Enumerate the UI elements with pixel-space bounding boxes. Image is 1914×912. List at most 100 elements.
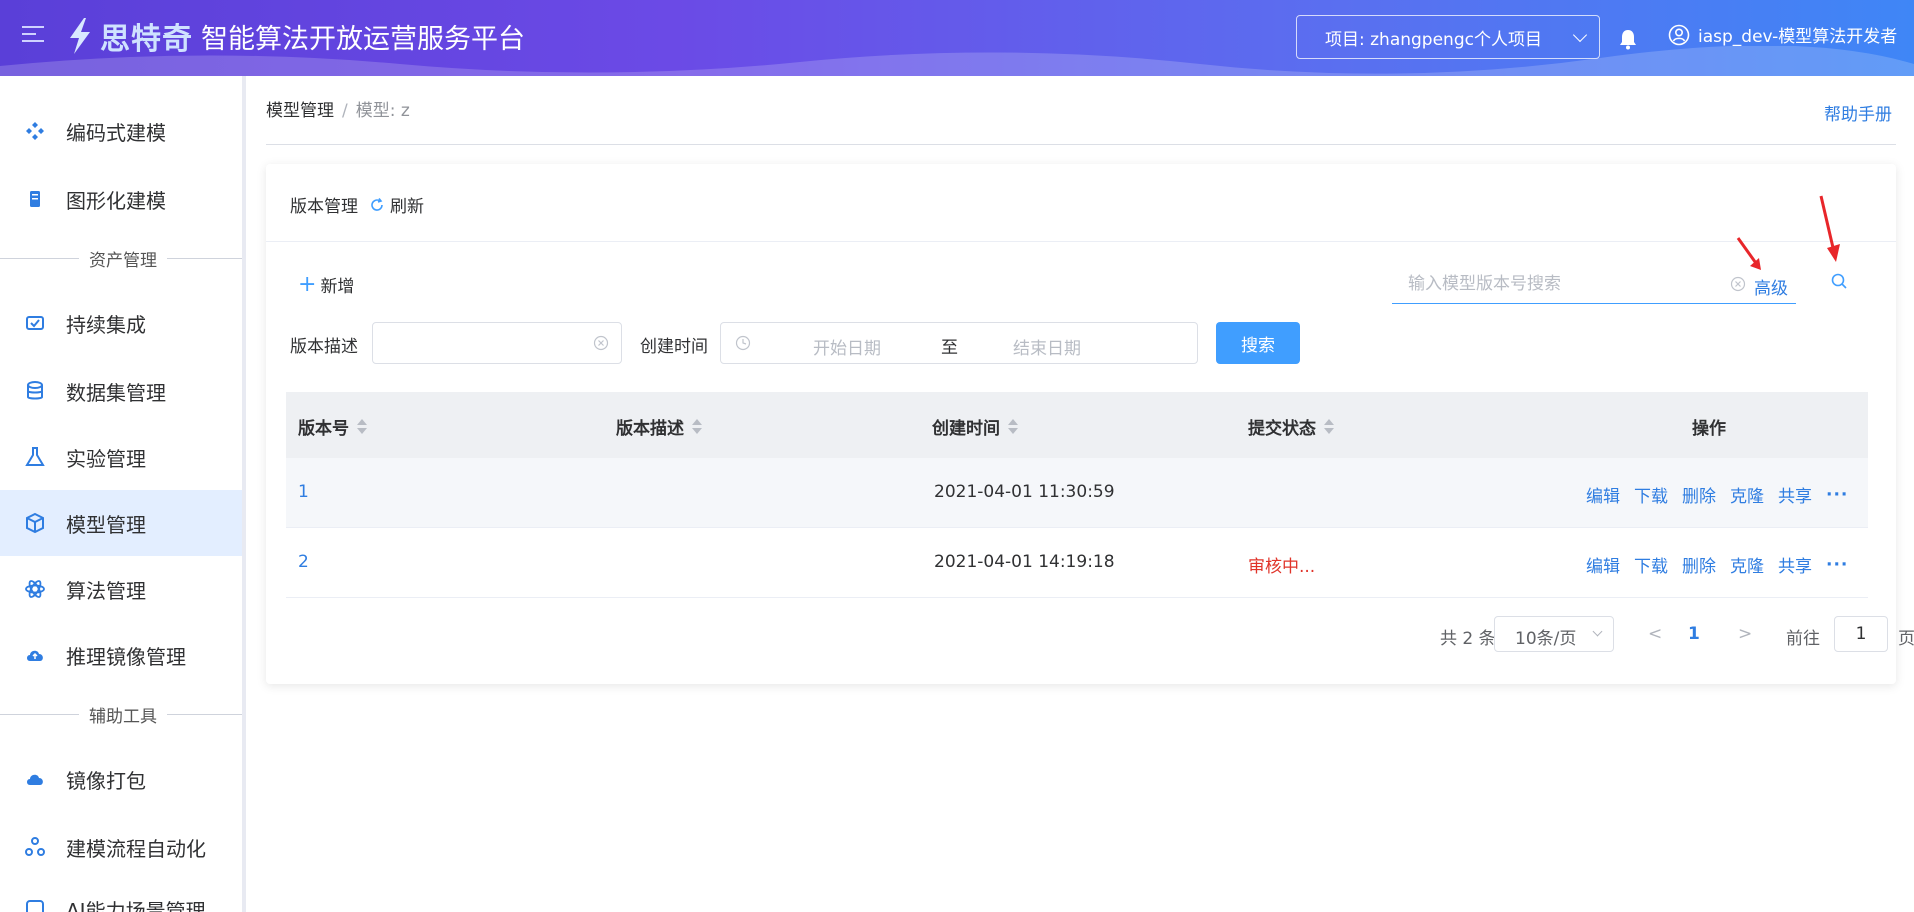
search-button[interactable]: 搜索 [1216, 322, 1300, 364]
share-button[interactable]: 共享 [1778, 552, 1812, 577]
version-link[interactable]: 2 [298, 552, 309, 572]
breadcrumb-root[interactable]: 模型管理 [266, 101, 334, 121]
page-jump-input[interactable]: 1 [1834, 616, 1888, 652]
sidebar-item-model[interactable]: 模型管理 [0, 490, 242, 556]
help-manual-link[interactable]: 帮助手册 [1824, 100, 1892, 125]
cloud-package-icon [27, 774, 43, 785]
menu-toggle-icon[interactable] [22, 26, 44, 46]
sidebar-item-graphic-model[interactable]: 图形化建模 [0, 166, 242, 232]
main-content: 模型管理 / 模型: z 帮助手册 版本管理 刷新 + 新增 高级 版本描述 创建时… [246, 76, 1914, 912]
row-actions: 编辑 下载 删除 克隆 共享 ··· [1586, 552, 1848, 578]
clear-icon[interactable] [593, 335, 609, 351]
more-icon[interactable]: ··· [1826, 555, 1848, 575]
table-row: 1 2021-04-01 11:30:59 编辑 下载 删除 克隆 共享 ··· [286, 458, 1868, 528]
sidebar-item-image-package[interactable]: 镜像打包 [0, 746, 242, 812]
download-button[interactable]: 下载 [1634, 552, 1668, 577]
edit-button[interactable]: 编辑 [1586, 482, 1620, 507]
column-header-created[interactable]: 创建时间 [932, 414, 1018, 439]
sidebar-item-label: 持续集成 [66, 312, 146, 337]
created-time: 2021-04-01 11:30:59 [934, 482, 1115, 502]
refresh-button[interactable]: 刷新 [370, 192, 424, 217]
table-row: 2 2021-04-01 14:19:18 审核中... 编辑 下载 删除 克隆… [286, 528, 1868, 598]
column-header-version[interactable]: 版本号 [298, 414, 367, 439]
annotation-arrow-icon [1819, 195, 1840, 262]
download-button[interactable]: 下载 [1634, 482, 1668, 507]
sidebar-item-label: 推理镜像管理 [66, 644, 186, 669]
sort-icon[interactable] [692, 418, 702, 435]
search-icon[interactable] [1830, 272, 1848, 290]
sidebar-item-label: 模型管理 [66, 512, 146, 537]
sidebar-item-workflow-automation[interactable]: 建模流程自动化 [0, 814, 242, 880]
delete-button[interactable]: 删除 [1682, 552, 1716, 577]
desc-filter-label: 版本描述 [290, 337, 358, 357]
ci-icon [26, 316, 44, 330]
column-header-actions: 操作 [1692, 419, 1726, 439]
refresh-label: 刷新 [390, 197, 424, 217]
breadcrumb-current: 模型: z [355, 101, 410, 121]
page-number[interactable]: 1 [1688, 624, 1700, 644]
chevron-down-icon [1592, 626, 1603, 637]
clone-button[interactable]: 克隆 [1730, 552, 1764, 577]
start-date-field[interactable]: 开始日期 [813, 334, 881, 359]
dataset-icon [27, 381, 43, 400]
sidebar-item-label: AI能力场景管理 [66, 898, 206, 912]
plus-icon: + [298, 272, 317, 297]
sidebar-section-tools: 辅助工具 [0, 702, 242, 727]
sidebar-item-ai-scene[interactable]: AI能力场景管理 [0, 876, 242, 912]
sidebar-item-dataset[interactable]: 数据集管理 [0, 358, 242, 424]
sidebar-item-ci[interactable]: 持续集成 [0, 290, 242, 356]
version-table: 版本号 版本描述 创建时间 提交状态 操作 1 2021-04-01 11:30… [286, 392, 1868, 598]
sidebar-item-label: 编码式建模 [66, 120, 166, 145]
sidebar-item-label: 算法管理 [66, 578, 146, 603]
prev-page-icon[interactable]: < [1648, 624, 1662, 644]
edit-button[interactable]: 编辑 [1586, 552, 1620, 577]
workflow-icon [25, 837, 45, 856]
breadcrumb-separator: / [342, 101, 348, 121]
share-button[interactable]: 共享 [1778, 482, 1812, 507]
delete-button[interactable]: 删除 [1682, 482, 1716, 507]
atom-icon [25, 580, 45, 598]
table-header: 版本号 版本描述 创建时间 提交状态 操作 [286, 392, 1868, 458]
annotation-arrow-icon [1736, 237, 1761, 270]
graphic-model-icon [30, 191, 40, 207]
refresh-icon [371, 197, 383, 211]
pagination-total: 共 2 条 [1440, 629, 1496, 649]
breadcrumb: 模型管理 / 模型: z [266, 96, 410, 121]
sidebar: 编码式建模 图形化建模 资产管理 持续集成 数据集管理 实验管理 模型管理 算法… [0, 76, 246, 912]
cube-icon [26, 512, 44, 534]
desc-filter-input[interactable] [372, 322, 622, 364]
logo: 思特奇 智能算法开放运营服务平台 [64, 14, 525, 58]
date-range-separator: 至 [941, 338, 958, 358]
bell-icon[interactable] [1618, 28, 1638, 50]
next-page-icon[interactable]: > [1738, 624, 1752, 644]
clear-icon[interactable] [1730, 276, 1746, 292]
chevron-down-icon [1572, 27, 1588, 43]
card-header: 版本管理 刷新 [266, 164, 1896, 242]
user-menu[interactable]: iasp_dev-模型算法开发者 [1668, 22, 1897, 47]
column-header-description[interactable]: 版本描述 [616, 414, 702, 439]
code-model-icon [26, 122, 44, 140]
cloud-upload-icon [27, 650, 43, 661]
column-header-status[interactable]: 提交状态 [1248, 414, 1334, 439]
user-name: iasp_dev-模型算法开发者 [1698, 27, 1898, 47]
sort-icon[interactable] [1324, 418, 1334, 435]
end-date-field[interactable]: 结束日期 [1013, 334, 1081, 359]
sidebar-item-label: 镜像打包 [66, 768, 146, 793]
sidebar-item-experiment[interactable]: 实验管理 [0, 424, 242, 490]
project-select[interactable]: 项目: zhangpengc个人项目 [1296, 15, 1600, 59]
scene-icon [26, 900, 44, 912]
version-link[interactable]: 1 [298, 482, 309, 502]
add-button[interactable]: + 新增 [298, 272, 354, 297]
version-search-input[interactable] [1408, 274, 1718, 294]
sort-icon[interactable] [1008, 418, 1018, 435]
sort-icon[interactable] [357, 418, 367, 435]
time-filter-label: 创建时间 [640, 337, 708, 357]
logo-brand: 思特奇 [100, 22, 193, 57]
page-size-select[interactable]: 10条/页 [1494, 616, 1614, 652]
clone-button[interactable]: 克隆 [1730, 482, 1764, 507]
sidebar-item-inference-image[interactable]: 推理镜像管理 [0, 622, 242, 688]
sidebar-item-algorithm[interactable]: 算法管理 [0, 556, 242, 622]
sidebar-item-code-model[interactable]: 编码式建模 [0, 98, 242, 164]
date-range-picker[interactable]: 开始日期 至 结束日期 [720, 322, 1198, 364]
more-icon[interactable]: ··· [1826, 485, 1848, 505]
